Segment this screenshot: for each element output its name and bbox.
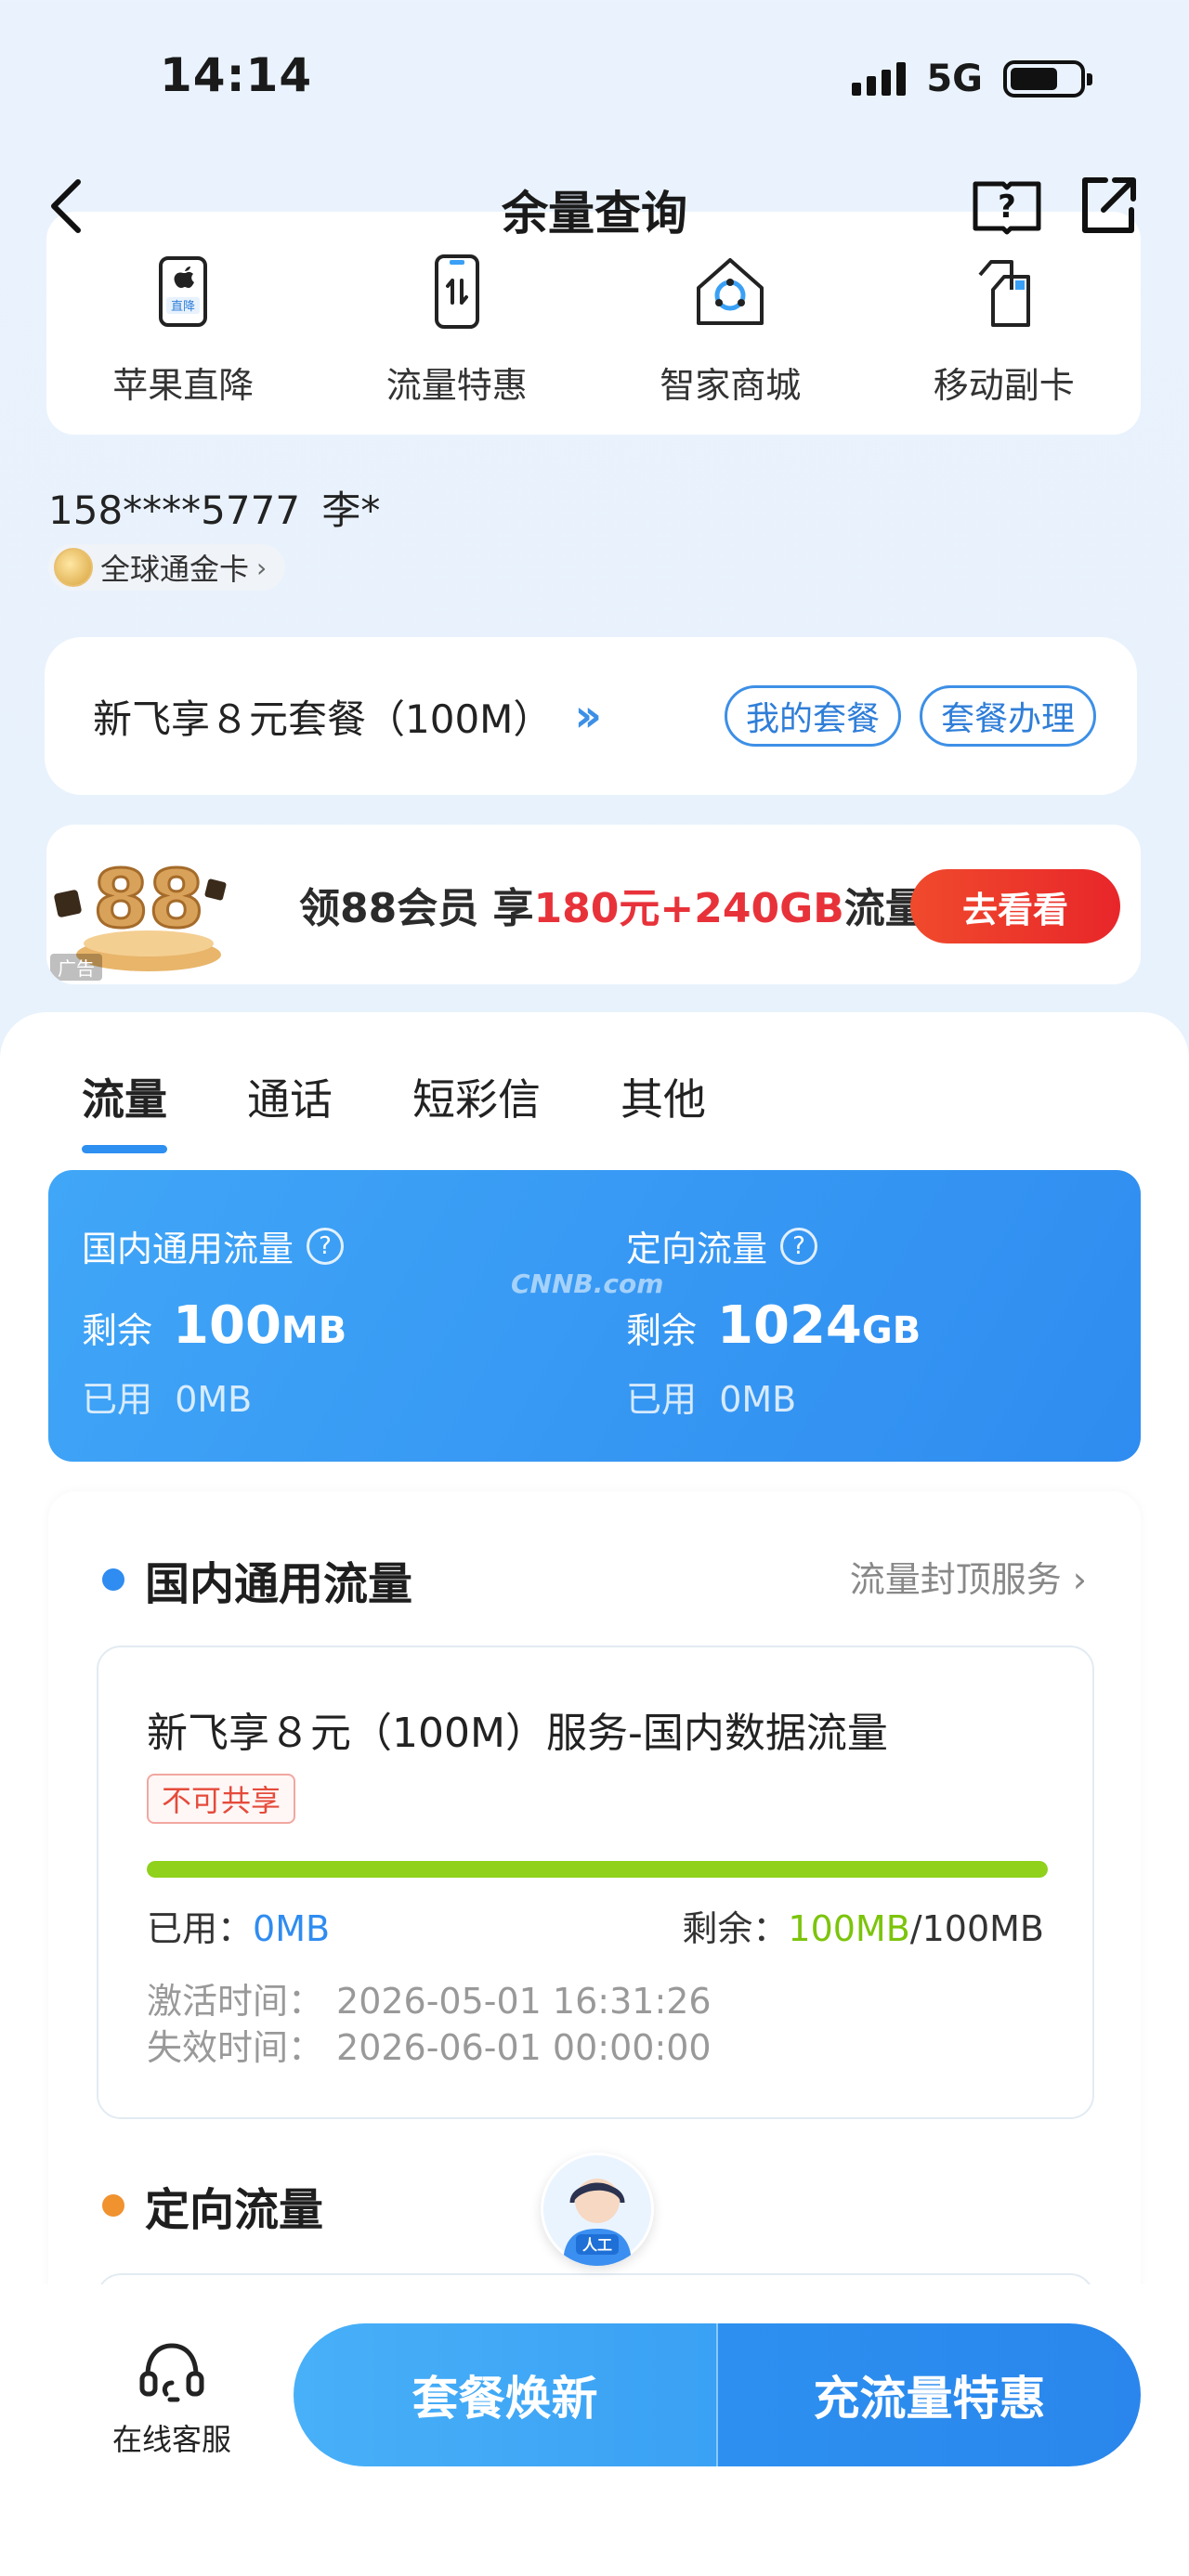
general-section-title: 国内通用流量 [102, 1547, 412, 1612]
phone-number: 158****5777 [48, 488, 301, 533]
tab-other[interactable]: 其他 [621, 1066, 706, 1127]
share-icon[interactable] [1078, 173, 1139, 238]
general-used: 0MB [175, 1379, 253, 1420]
package-remain: 剩余：100MB/100MB [682, 1908, 1044, 1949]
used-label: 已用 [626, 1379, 698, 1420]
no-share-tag: 不可共享 [147, 1774, 296, 1824]
battery-icon [1003, 60, 1092, 98]
banner-88-art: 88 广告 [46, 825, 232, 984]
signal-icon [852, 62, 907, 96]
double-chevron-icon[interactable]: ›› [574, 690, 601, 742]
progress-fill [147, 1861, 1048, 1878]
shortcut-label: 苹果直降 [112, 365, 255, 406]
remain-label: 剩余 [82, 1310, 153, 1351]
agent-label: 人工 [582, 2236, 612, 2254]
shortcut-smarthome[interactable]: 智家商城 [600, 253, 860, 408]
banner-text: 领88会员 享180元+240GB流量 [299, 885, 926, 932]
shortcut-label: 智家商城 [660, 365, 802, 406]
apple-tag: 直降 [171, 300, 195, 314]
data-recharge-button[interactable]: 充流量特惠 [718, 2323, 1141, 2466]
plan-card: 新飞享８元套餐（100M） ›› 我的套餐 套餐办理 [45, 637, 1137, 795]
shortcut-card: 直降 苹果直降 流量特惠 智家商城 移动副卡 [46, 212, 1141, 435]
phone-data-icon [434, 254, 479, 329]
directed-used: 0MB [719, 1379, 797, 1420]
network-type: 5G [926, 58, 983, 100]
plan-service-button[interactable]: 套餐办理 [919, 685, 1096, 747]
my-plan-button[interactable]: 我的套餐 [724, 685, 901, 747]
gold-card-icon [54, 548, 93, 587]
general-summary: 国内通用流量? 剩余 100MB 已用 0MB [82, 1220, 346, 1422]
svg-text:?: ? [998, 189, 1016, 226]
online-service-label: 在线客服 [111, 2422, 231, 2457]
chevron-right-icon: › [256, 552, 268, 583]
user-name: 李* [321, 488, 381, 533]
banner-go-button[interactable]: 去看看 [910, 869, 1120, 943]
blue-dot-icon [102, 1568, 124, 1591]
agent-avatar[interactable]: 人工 [541, 2153, 654, 2266]
package-used: 已用：0MB [147, 1908, 331, 1949]
question-icon[interactable]: ? [307, 1227, 345, 1265]
plan-renew-button[interactable]: 套餐焕新 [294, 2323, 718, 2466]
shortcut-data[interactable]: 流量特惠 [327, 253, 587, 408]
shortcut-subcard[interactable]: 移动副卡 [874, 253, 1134, 408]
expire-time: 失效时间： 2026-06-01 00:00:00 [147, 2027, 712, 2068]
remain-label: 剩余 [626, 1310, 698, 1351]
card-level-badge[interactable]: 全球通金卡 › [48, 544, 286, 591]
cap-service-link[interactable]: 流量封顶服务 › [850, 1551, 1087, 1602]
user-phone: 158****5777 李* [48, 479, 380, 536]
tab-sms[interactable]: 短彩信 [412, 1066, 541, 1127]
shortcut-label: 流量特惠 [385, 365, 528, 406]
cta-group: 套餐焕新 充流量特惠 [294, 2323, 1141, 2466]
used-label: 已用 [82, 1379, 153, 1420]
directed-remain: 1024GB [717, 1295, 921, 1356]
general-title: 国内通用流量 [82, 1229, 294, 1269]
directed-summary: 定向流量? 剩余 1024GB 已用 0MB [626, 1220, 921, 1422]
online-service-button[interactable]: 在线客服 [93, 2338, 251, 2459]
apple-phone-icon: 直降 [159, 256, 208, 327]
smart-home-icon [697, 258, 764, 325]
promo-banner[interactable]: 88 广告 领88会员 享180元+240GB流量 去看看 [46, 825, 1141, 984]
package-detail-box: 新飞享８元（100M）服务-国内数据流量 不可共享 已用：0MB 剩余：100M… [97, 1646, 1094, 2119]
status-icons: 5G [852, 58, 1092, 100]
sim-card-icon [978, 260, 1030, 327]
directed-title: 定向流量 [626, 1229, 768, 1269]
question-icon[interactable]: ? [780, 1227, 818, 1265]
ad-tag: 广告 [50, 954, 102, 981]
shortcut-label: 移动副卡 [933, 365, 1075, 406]
general-remain: 100MB [173, 1295, 347, 1356]
tab-calls[interactable]: 通话 [247, 1066, 333, 1127]
card-level-label: 全球通金卡 [100, 552, 250, 587]
package-name: 新飞享８元（100M）服务-国内数据流量 [147, 1710, 888, 1757]
activate-time: 激活时间： 2026-05-01 16:31:26 [147, 1981, 712, 2022]
usage-progress-bar [147, 1861, 1048, 1878]
headset-icon [139, 2343, 204, 2402]
watermark: CNNB.com [511, 1268, 664, 1299]
usage-summary-card: 国内通用流量? 剩余 100MB 已用 0MB 定向流量? 剩余 1024GB 已用… [48, 1170, 1141, 1462]
plan-name[interactable]: 新飞享８元套餐（100M） [93, 688, 552, 745]
shortcut-apple[interactable]: 直降 苹果直降 [53, 253, 313, 408]
directed-section-title: 定向流量 [102, 2173, 323, 2238]
usage-tabs: 流量 通话 短彩信 其他 [82, 1066, 706, 1153]
status-time: 14:14 [160, 48, 313, 102]
chevron-right-icon: › [1072, 1559, 1087, 1600]
orange-dot-icon [102, 2194, 124, 2217]
banner-badge: 88 [93, 853, 204, 946]
help-book-icon[interactable]: ? [972, 175, 1042, 238]
tab-data[interactable]: 流量 [82, 1066, 167, 1153]
